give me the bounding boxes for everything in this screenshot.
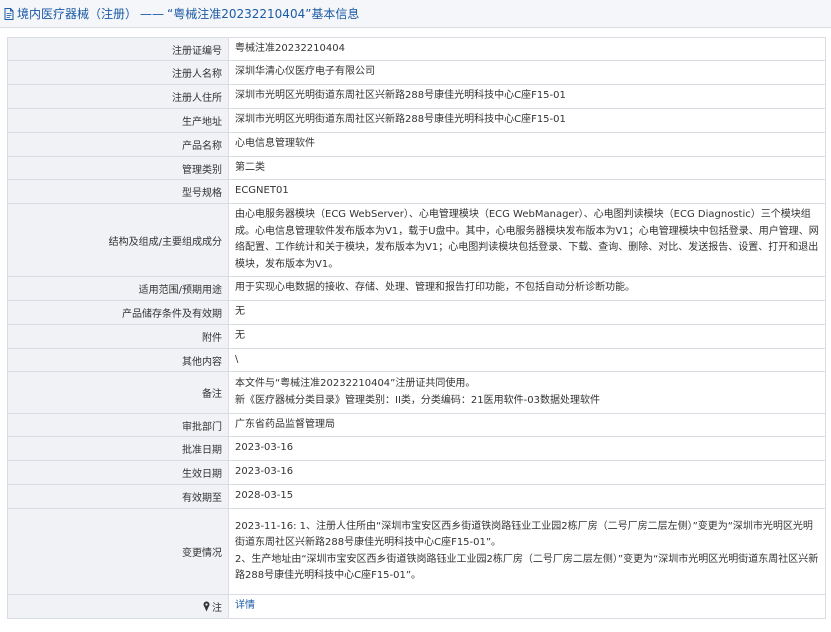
header-category: 境内医疗器械（注册） bbox=[17, 7, 138, 21]
row-valid-until: 有效期至 2028-03-15 bbox=[7, 484, 826, 509]
row-label: 审批部门 bbox=[7, 413, 229, 437]
row-value: 详情 bbox=[228, 594, 826, 619]
row-remarks: 备注 本文件与“粤械注准20232210404”注册证共同使用。 新《医疗器械分… bbox=[7, 371, 826, 414]
row-value: 心电信息管理软件 bbox=[228, 132, 826, 157]
row-label: 产品名称 bbox=[7, 132, 229, 157]
row-value: 由心电服务器模块（ECG WebServer）、心电管理模块（ECG WebMa… bbox=[228, 203, 826, 277]
row-label: 产品储存条件及有效期 bbox=[7, 300, 229, 325]
remark-line: 新《医疗器械分类目录》管理类别：II类，分类编码：21医用软件-03数据处理软件 bbox=[235, 394, 600, 406]
row-change-history: 变更情况 2023-11-16: 1、注册人住所由“深圳市宝安区西乡街道铁岗路钰… bbox=[7, 508, 826, 595]
row-effective-date: 生效日期 2023-03-16 bbox=[7, 460, 826, 485]
info-table: 注册证编号 粤械注准20232210404 注册人名称 深圳华清心仪医疗电子有限… bbox=[7, 37, 826, 619]
row-value: 无 bbox=[228, 300, 826, 325]
row-label: 生效日期 bbox=[7, 460, 229, 485]
row-label: 型号规格 bbox=[7, 179, 229, 204]
row-label: 注册人名称 bbox=[7, 60, 229, 85]
note-label: 注 bbox=[212, 603, 222, 614]
row-label: 备注 bbox=[7, 371, 229, 414]
row-approval-department: 审批部门 广东省药品监督管理局 bbox=[7, 413, 826, 437]
row-label: 注册证编号 bbox=[7, 37, 229, 61]
row-note: 注 详情 bbox=[7, 594, 826, 619]
row-label: 附件 bbox=[7, 324, 229, 349]
row-value: 无 bbox=[228, 324, 826, 349]
row-value: \ bbox=[228, 348, 826, 372]
row-attachments: 附件 无 bbox=[7, 324, 826, 349]
row-value: 深圳华清心仪医疗电子有限公司 bbox=[228, 60, 826, 85]
remark-line: 本文件与“粤械注准20232210404”注册证共同使用。 bbox=[235, 378, 476, 389]
row-label: 其他内容 bbox=[7, 348, 229, 372]
row-production-address: 生产地址 深圳市光明区光明街道东周社区兴新路288号康佳光明科技中心C座F15-… bbox=[7, 108, 826, 133]
row-registrant-address: 注册人住所 深圳市光明区光明街道东周社区兴新路288号康佳光明科技中心C座F15… bbox=[7, 84, 826, 109]
row-label: 注 bbox=[7, 594, 229, 619]
row-approval-date: 批准日期 2023-03-16 bbox=[7, 436, 826, 461]
row-value: 粤械注准20232210404 bbox=[228, 37, 826, 61]
row-value: 第二类 bbox=[228, 156, 826, 180]
pin-icon bbox=[203, 601, 210, 612]
row-management-class: 管理类别 第二类 bbox=[7, 156, 826, 180]
row-value: 深圳市光明区光明街道东周社区兴新路288号康佳光明科技中心C座F15-01 bbox=[228, 84, 826, 109]
row-value: 2023-03-16 bbox=[228, 460, 826, 485]
change-entry: 2、生产地址由“深圳市宝安区西乡街道铁岗路钰业工业园2栋厂房（二号厂房二层左侧）… bbox=[235, 553, 819, 582]
row-value: 广东省药品监督管理局 bbox=[228, 413, 826, 437]
row-value: 本文件与“粤械注准20232210404”注册证共同使用。 新《医疗器械分类目录… bbox=[228, 371, 826, 414]
row-structure-composition: 结构及组成/主要组成成分 由心电服务器模块（ECG WebServer）、心电管… bbox=[7, 203, 826, 277]
row-registrant-name: 注册人名称 深圳华清心仪医疗电子有限公司 bbox=[7, 60, 826, 85]
row-label: 生产地址 bbox=[7, 108, 229, 133]
info-table-wrapper: 注册证编号 粤械注准20232210404 注册人名称 深圳华清心仪医疗电子有限… bbox=[7, 37, 826, 619]
row-registration-number: 注册证编号 粤械注准20232210404 bbox=[7, 37, 826, 61]
change-entry: 2023-11-16: 1、注册人住所由“深圳市宝安区西乡街道铁岗路钰业工业园2… bbox=[235, 520, 813, 549]
row-value: 2023-03-16 bbox=[228, 436, 826, 461]
row-label: 变更情况 bbox=[7, 508, 229, 595]
page-header: 境内医疗器械（注册） —— “粤械注准20232210404”基本信息 bbox=[0, 0, 831, 28]
row-product-name: 产品名称 心电信息管理软件 bbox=[7, 132, 826, 157]
header-title: “粤械注准20232210404”基本信息 bbox=[167, 7, 360, 21]
row-label: 结构及组成/主要组成成分 bbox=[7, 203, 229, 277]
row-label: 管理类别 bbox=[7, 156, 229, 180]
details-link[interactable]: 详情 bbox=[235, 600, 255, 611]
row-value: 2023-11-16: 1、注册人住所由“深圳市宝安区西乡街道铁岗路钰业工业园2… bbox=[228, 508, 826, 595]
header-separator: —— bbox=[140, 6, 165, 21]
row-value: 2028-03-15 bbox=[228, 484, 826, 509]
row-other-content: 其他内容 \ bbox=[7, 348, 826, 372]
row-value: 用于实现心电数据的接收、存储、处理、管理和报告打印功能，不包括自动分析诊断功能。 bbox=[228, 276, 826, 301]
row-label: 适用范围/预期用途 bbox=[7, 276, 229, 301]
row-value: ECGNET01 bbox=[228, 179, 826, 204]
row-label: 注册人住所 bbox=[7, 84, 229, 109]
row-storage-conditions: 产品储存条件及有效期 无 bbox=[7, 300, 826, 325]
row-label: 批准日期 bbox=[7, 436, 229, 461]
document-icon bbox=[4, 7, 14, 20]
row-value: 深圳市光明区光明街道东周社区兴新路288号康佳光明科技中心C座F15-01 bbox=[228, 108, 826, 133]
row-label: 有效期至 bbox=[7, 484, 229, 509]
row-model-spec: 型号规格 ECGNET01 bbox=[7, 179, 826, 204]
row-intended-use: 适用范围/预期用途 用于实现心电数据的接收、存储、处理、管理和报告打印功能，不包… bbox=[7, 276, 826, 301]
